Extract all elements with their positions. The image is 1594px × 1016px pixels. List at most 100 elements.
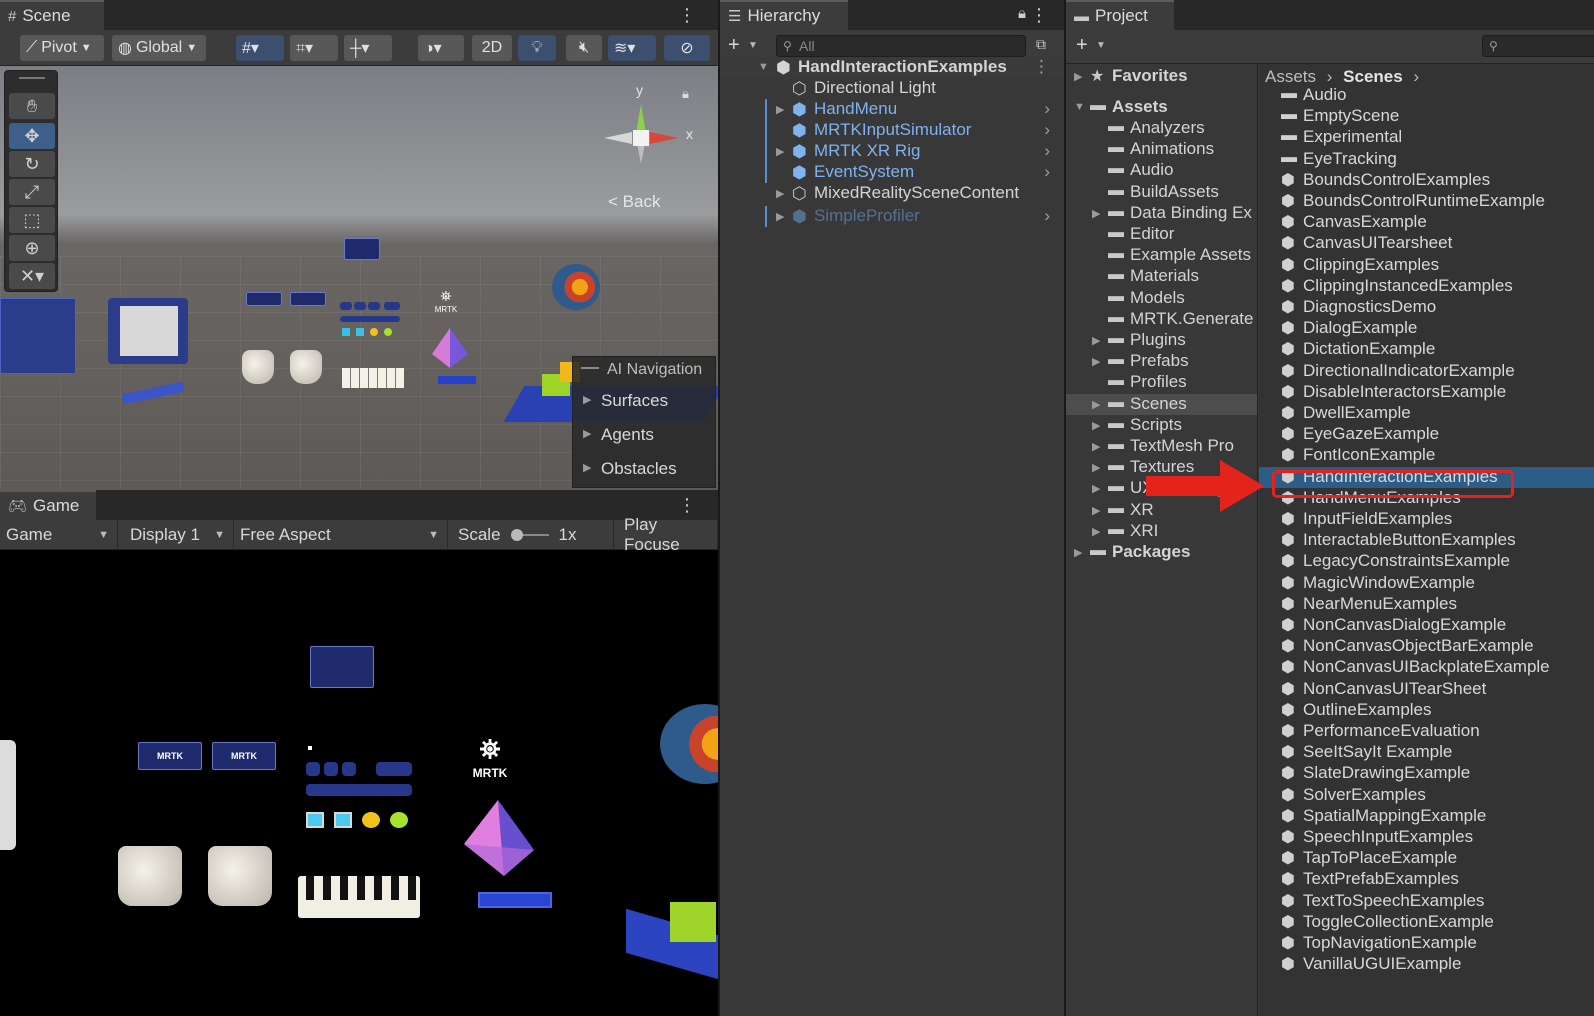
list-item[interactable]: ⬢ VanillaUGUIExample (1259, 954, 1594, 975)
lighting-toggle[interactable]: 💡︎ (518, 35, 556, 61)
expand-arrow-icon[interactable]: ▶ (776, 103, 784, 116)
hierarchy-kebab-icon[interactable]: ⋮ (1030, 5, 1048, 26)
tree-folder-prefabs[interactable]: ▶ ▬ Prefabs (1066, 351, 1257, 372)
chevron-right-icon[interactable]: › (1413, 67, 1419, 86)
hierarchy-item-mrtk-xr-rig[interactable]: ▶ ⬢ MRTK XR Rig › (720, 141, 1064, 162)
list-item[interactable]: ⬢ NonCanvasObjectBarExample (1259, 636, 1594, 657)
hierarchy-item-simpleprofiler[interactable]: ▶ ⬢ SimpleProfiler › (720, 206, 1064, 227)
list-item[interactable]: ⬢ LegacyConstraintsExample (1259, 551, 1594, 572)
ai-nav-obstacles[interactable]: Obstacles (573, 451, 715, 485)
list-item[interactable]: ⬢ NonCanvasUIBackplateExample (1259, 657, 1594, 678)
aspect-dropdown[interactable]: Free Aspect ▼ (234, 520, 448, 550)
expand-arrow-icon[interactable]: ▶ (1092, 207, 1100, 220)
list-item[interactable]: ⬢ TapToPlaceExample (1259, 848, 1594, 869)
audio-toggle[interactable]: 🔇︎ (566, 35, 602, 61)
scale-slider-thumb[interactable] (510, 529, 523, 541)
ai-nav-surfaces[interactable]: Surfaces (573, 383, 715, 417)
tree-folder-audio[interactable]: ▬ Audio (1066, 160, 1257, 181)
list-item[interactable]: ⬢ SpeechInputExamples (1259, 827, 1594, 848)
chevron-right-icon[interactable]: › (1044, 99, 1050, 119)
expand-arrow-icon[interactable]: ▶ (1074, 70, 1082, 83)
list-item[interactable]: ⬢ NonCanvasDialogExample (1259, 615, 1594, 636)
ai-nav-agents[interactable]: Agents (573, 417, 715, 451)
expand-arrow-icon[interactable]: ▶ (1092, 504, 1100, 517)
expand-arrow-icon[interactable]: ▶ (1092, 334, 1100, 347)
chevron-right-icon[interactable]: › (1044, 120, 1050, 140)
ai-navigation-header[interactable]: AI Navigation (573, 357, 715, 383)
scene-viewport[interactable]: ✋︎ ✥ ↻ ⤢ ⬚ ⊕ ✕▾ y x 🔒︎ < Back ⛯ MRTK AI … (0, 66, 718, 490)
tree-folder-analyzers[interactable]: ▬ Analyzers (1066, 118, 1257, 139)
hierarchy-root-scene[interactable]: ▼ ⬢ HandInteractionExamples ⋮ (720, 57, 1064, 78)
play-focus-dropdown[interactable]: Play Focuse (618, 515, 718, 554)
tree-folder-mrtk-generate[interactable]: ▬ MRTK.Generate (1066, 309, 1257, 330)
expand-arrow-icon[interactable]: ▶ (1092, 482, 1100, 495)
hand-tool[interactable]: ✋︎ (9, 93, 55, 119)
chevron-down-icon[interactable]: ▼ (1096, 40, 1106, 51)
list-item[interactable]: ⬢ DictationExample (1259, 339, 1594, 360)
expand-arrow-icon[interactable]: ▼ (1074, 101, 1085, 113)
list-item[interactable]: ⬢ DialogExample (1259, 318, 1594, 339)
breadcrumb-scenes[interactable]: Scenes (1343, 67, 1403, 86)
game-mode-dropdown[interactable]: Game ▼ (0, 520, 118, 550)
expand-arrow-icon[interactable]: ▶ (776, 187, 784, 200)
display-dropdown[interactable]: Display 1 ▼ (124, 520, 234, 550)
increment-snap-button[interactable]: ⌗▾ (290, 35, 338, 61)
tree-folder-editor[interactable]: ▬ Editor (1066, 224, 1257, 245)
transform-tool[interactable]: ⊕ (9, 235, 55, 261)
tree-folder-textmesh-pro[interactable]: ▶ ▬ TextMesh Pro (1066, 436, 1257, 457)
tree-folder-data-binding-ex[interactable]: ▶ ▬ Data Binding Ex (1066, 203, 1257, 224)
tree-folder-animations[interactable]: ▬ Animations (1066, 139, 1257, 160)
expand-arrow-icon[interactable]: ▶ (1092, 525, 1100, 538)
global-dropdown[interactable]: ◍ Global ▼ (112, 35, 206, 61)
expand-arrow-icon[interactable]: ▶ (1074, 546, 1082, 559)
gizmo-back-label[interactable]: < Back (608, 192, 660, 212)
lock-icon[interactable]: 🔒︎ (682, 86, 689, 102)
tree-folder-profiles[interactable]: ▬ Profiles (1066, 372, 1257, 393)
list-item[interactable]: ⬢ SpatialMappingExample (1259, 806, 1594, 827)
tree-assets[interactable]: ▼ ▬ Assets (1066, 97, 1257, 118)
lock-icon[interactable]: 🔒︎ (1018, 5, 1026, 22)
list-item[interactable]: ⬢ CanvasExample (1259, 212, 1594, 233)
list-item[interactable]: ⬢ FontIconExample (1259, 445, 1594, 466)
orientation-gizmo[interactable] (596, 84, 686, 204)
scene-visibility-icon[interactable]: ⧉ (1036, 36, 1046, 53)
hierarchy-item-handmenu[interactable]: ▶ ⬢ HandMenu › (720, 99, 1064, 120)
expand-arrow-icon[interactable]: ▶ (1092, 461, 1100, 474)
root-kebab-icon[interactable]: ⋮ (1033, 57, 1050, 77)
breadcrumb-assets[interactable]: Assets (1265, 67, 1316, 86)
add-icon[interactable]: + (1076, 34, 1088, 57)
chevron-down-icon[interactable]: ▼ (748, 40, 758, 51)
tree-folder-models[interactable]: ▬ Models (1066, 288, 1257, 309)
chevron-right-icon[interactable]: › (1044, 162, 1050, 182)
list-item[interactable]: ⬢ ClippingExamples (1259, 255, 1594, 276)
hierarchy-item-directional-light[interactable]: ⬡ Directional Light (720, 78, 1064, 99)
hierarchy-item-mixedrealityscenecontent[interactable]: ▶ ⬡ MixedRealitySceneContent (720, 183, 1064, 204)
scale-slider[interactable] (510, 529, 549, 541)
expand-arrow-icon[interactable]: ▶ (1092, 440, 1100, 453)
project-search-input[interactable]: ⚲ (1482, 35, 1594, 57)
list-item[interactable]: ⬢ SlateDrawingExample (1259, 763, 1594, 784)
list-item[interactable]: ⬢ SeeItSayIt Example (1259, 742, 1594, 763)
shading-dropdown[interactable]: ◑▾ (418, 35, 464, 61)
rotate-tool[interactable]: ↻ (9, 151, 55, 177)
list-item[interactable]: ⬢ TopNavigationExample (1259, 933, 1594, 954)
game-kebab-icon[interactable]: ⋮ (678, 495, 696, 516)
ruler-button[interactable]: ┼▾ (344, 35, 392, 61)
tree-folder-xri[interactable]: ▶ ▬ XRI (1066, 521, 1257, 542)
effects-dropdown[interactable]: ≋▾ (608, 35, 656, 61)
hierarchy-item-mrtkinputsimulator[interactable]: ⬢ MRTKInputSimulator › (720, 120, 1064, 141)
list-item[interactable]: ⬢ OutlineExamples (1259, 700, 1594, 721)
tree-folder-scenes[interactable]: ▶ ▬ Scenes (1066, 393, 1257, 415)
expand-arrow-icon[interactable]: ▶ (776, 210, 784, 223)
list-item[interactable]: ⬢ PerformanceEvaluation (1259, 721, 1594, 742)
palette-grip[interactable] (19, 77, 45, 79)
list-item[interactable]: ⬢ NonCanvasUITearSheet (1259, 679, 1594, 700)
chevron-right-icon[interactable]: › (1044, 141, 1050, 161)
expand-arrow-icon[interactable]: ▶ (1092, 419, 1100, 432)
chevron-right-icon[interactable]: › (1044, 206, 1050, 226)
tree-folder-scripts[interactable]: ▶ ▬ Scripts (1066, 415, 1257, 436)
list-item[interactable]: ⬢ MagicWindowExample (1259, 573, 1594, 594)
2d-toggle[interactable]: 2D (472, 35, 512, 61)
visibility-toggle[interactable]: ⊘ (664, 35, 710, 61)
list-item[interactable]: ▬ EyeTracking (1259, 149, 1594, 170)
